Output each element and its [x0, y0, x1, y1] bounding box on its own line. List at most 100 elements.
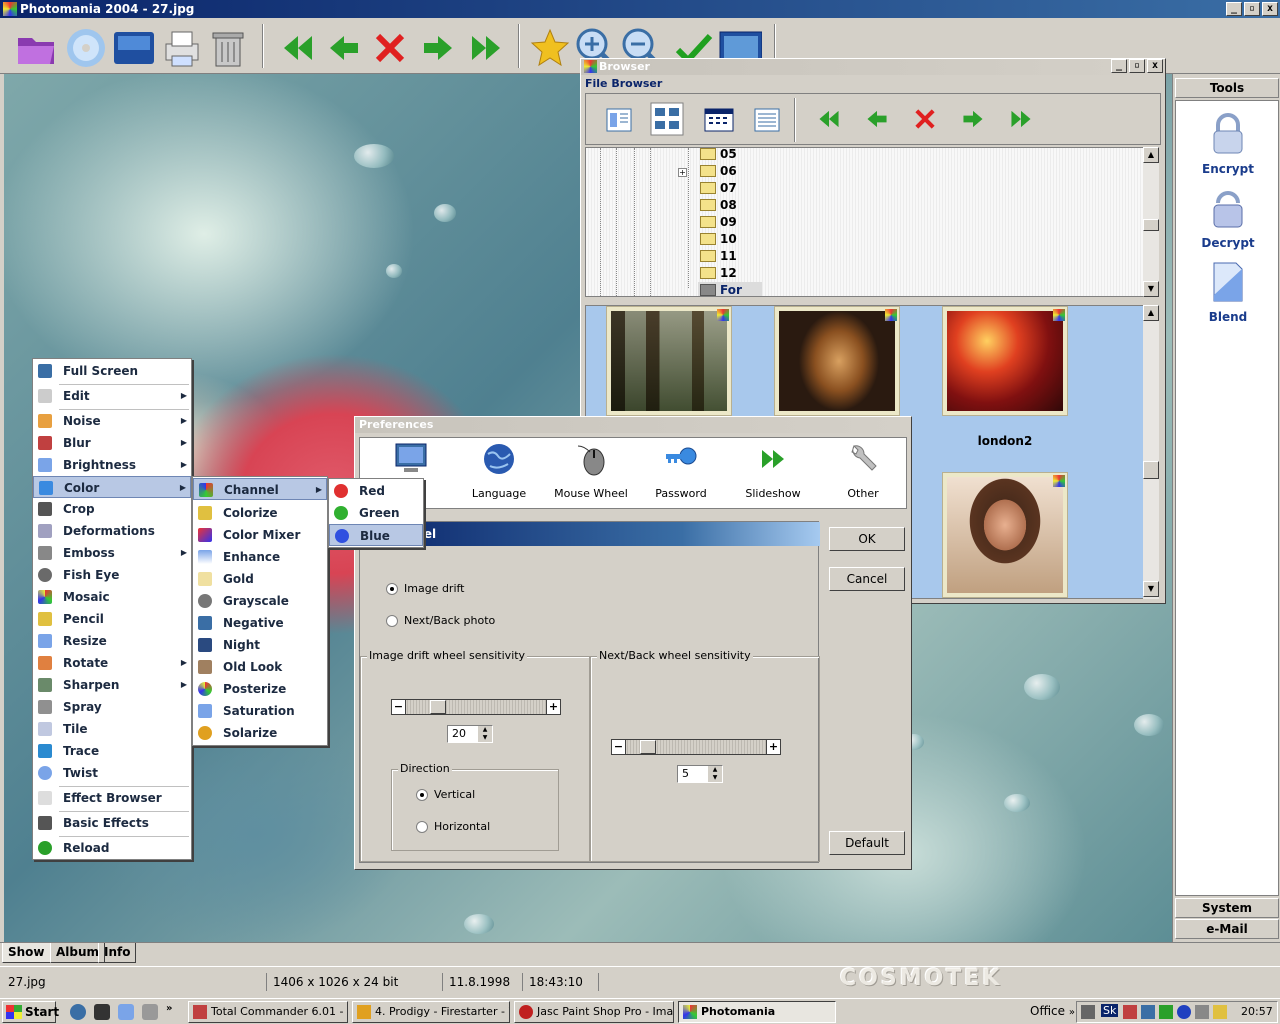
browser-first-icon[interactable]	[814, 104, 844, 134]
next-back-slider[interactable]: − +	[611, 739, 781, 755]
open-folder-icon[interactable]	[14, 26, 58, 70]
category-language[interactable]: Language	[454, 442, 544, 500]
view-thumbnails-icon[interactable]	[650, 102, 684, 136]
browser-next-icon[interactable]	[958, 104, 988, 134]
desktop-icon[interactable]	[142, 1004, 158, 1020]
speaker-icon[interactable]	[1195, 1005, 1209, 1019]
email-button[interactable]: e-Mail	[1175, 919, 1279, 939]
view-list-icon[interactable]	[704, 108, 734, 132]
vertical-radio[interactable]: Vertical	[416, 788, 475, 802]
folder-item[interactable]: 08	[698, 197, 737, 213]
menu-item-blur[interactable]: Blur ▶	[33, 432, 191, 454]
menu-item-full-screen[interactable]: Full Screen	[33, 360, 191, 382]
tray-icon[interactable]	[1141, 1005, 1155, 1019]
folder-item-selected[interactable]: For US	[698, 282, 762, 296]
task-winamp[interactable]: 4. Prodigy - Firestarter - Wi...	[352, 1001, 510, 1023]
tools-header[interactable]: Tools	[1175, 78, 1279, 98]
submenu-item-grayscale[interactable]: Grayscale	[193, 590, 327, 612]
tab-show[interactable]: Show	[2, 943, 51, 963]
channel-blue[interactable]: Blue	[329, 524, 423, 546]
tray-icon[interactable]	[1159, 1005, 1173, 1019]
folder-item[interactable]: 05	[698, 148, 737, 162]
submenu-item-enhance[interactable]: Enhance	[193, 546, 327, 568]
tray-icon[interactable]	[1213, 1005, 1227, 1019]
folder-item[interactable]: 06	[698, 163, 737, 179]
folder-item[interactable]: 07	[698, 180, 737, 196]
folder-item[interactable]: 11	[698, 248, 737, 264]
browser-last-icon[interactable]	[1006, 104, 1036, 134]
browser-maximize-button[interactable]: ▫	[1129, 59, 1145, 73]
menu-item-mosaic[interactable]: Mosaic	[33, 586, 191, 608]
menu-item-reload[interactable]: Reload	[33, 837, 191, 859]
category-mouse-wheel[interactable]: Mouse Wheel	[546, 442, 636, 500]
browser-stop-icon[interactable]	[910, 104, 940, 134]
menu-item-trace[interactable]: Trace	[33, 740, 191, 762]
media-icon[interactable]	[94, 1004, 110, 1020]
preferences-titlebar[interactable]: Preferences	[355, 417, 911, 433]
menu-item-spray[interactable]: Spray	[33, 696, 191, 718]
stop-icon[interactable]	[368, 26, 412, 70]
menu-item-tile[interactable]: Tile	[33, 718, 191, 740]
channel-green[interactable]: Green	[329, 502, 423, 524]
start-button[interactable]: Start	[2, 1001, 59, 1023]
next-back-radio[interactable]: Next/Back photo	[386, 614, 495, 628]
minimize-button[interactable]: _	[1226, 2, 1242, 16]
clock[interactable]: 20:57	[1241, 1005, 1273, 1018]
folder-tree[interactable]: + 05 06 07 08 09 10 11 12 For US	[585, 147, 1147, 297]
submenu-item-old-look[interactable]: Old Look	[193, 656, 327, 678]
first-icon[interactable]	[276, 26, 320, 70]
next-icon[interactable]	[416, 26, 460, 70]
language-indicator[interactable]: Sk	[1101, 1004, 1119, 1017]
submenu-item-posterize[interactable]: Posterize	[193, 678, 327, 700]
star-icon[interactable]	[528, 26, 572, 70]
system-button[interactable]: System	[1175, 898, 1279, 918]
submenu-item-night[interactable]: Night	[193, 634, 327, 656]
view-small-icons-icon[interactable]	[754, 108, 780, 132]
tab-info[interactable]: Info	[98, 943, 137, 963]
submenu-item-saturation[interactable]: Saturation	[193, 700, 327, 722]
submenu-item-gold[interactable]: Gold	[193, 568, 327, 590]
outlook-icon[interactable]	[118, 1004, 134, 1020]
image-drift-slider[interactable]: − +	[391, 699, 561, 715]
tray-icon[interactable]	[1081, 1005, 1095, 1019]
task-total-commander[interactable]: Total Commander 6.01 - sa...	[188, 1001, 348, 1023]
close-button[interactable]: x	[1262, 2, 1278, 16]
menu-item-rotate[interactable]: Rotate ▶	[33, 652, 191, 674]
ie-icon[interactable]	[70, 1004, 86, 1020]
ok-button[interactable]: OK	[829, 527, 905, 551]
thumbnail-london2[interactable]	[942, 306, 1068, 416]
browser-minimize-button[interactable]: _	[1111, 59, 1127, 73]
tree-scrollbar[interactable]: ▲ ▼	[1143, 147, 1159, 297]
menu-item-basic-effects[interactable]: Basic Effects	[33, 812, 191, 834]
submenu-item-channel[interactable]: Channel ▶	[193, 478, 327, 500]
image-drift-spinner[interactable]: 20 ▲ ▼	[447, 725, 493, 743]
encrypt-tool[interactable]: Encrypt	[1176, 111, 1280, 176]
next-back-spinner[interactable]: 5 ▲ ▼	[677, 765, 723, 783]
title-bar[interactable]: Photomania 2004 - 27.jpg _ ▫ x	[0, 0, 1280, 18]
menu-item-crop[interactable]: Crop	[33, 498, 191, 520]
previous-icon[interactable]	[322, 26, 366, 70]
last-icon[interactable]	[464, 26, 508, 70]
category-other[interactable]: Other	[818, 442, 908, 500]
office-toolbar[interactable]: Office »	[1030, 1004, 1075, 1018]
browser-previous-icon[interactable]	[862, 104, 892, 134]
menu-item-brightness[interactable]: Brightness ▶	[33, 454, 191, 476]
menu-item-pencil[interactable]: Pencil	[33, 608, 191, 630]
thumbnail-lion[interactable]	[774, 306, 900, 416]
browser-close-button[interactable]: x	[1147, 59, 1163, 73]
thumbnail-portrait[interactable]	[942, 472, 1068, 598]
thumbs-scrollbar[interactable]: ▲ ▼	[1143, 305, 1159, 599]
decrypt-tool[interactable]: Decrypt	[1176, 185, 1280, 250]
menu-item-deformations[interactable]: Deformations	[33, 520, 191, 542]
tab-album[interactable]: Album	[50, 943, 106, 963]
menu-item-sharpen[interactable]: Sharpen ▶	[33, 674, 191, 696]
thumbnail-forest[interactable]	[606, 306, 732, 416]
menu-item-resize[interactable]: Resize	[33, 630, 191, 652]
submenu-item-colorize[interactable]: Colorize	[193, 502, 327, 524]
folder-item[interactable]: 09	[698, 214, 737, 230]
category-slideshow[interactable]: Slideshow	[728, 442, 818, 500]
folder-item[interactable]: 10	[698, 231, 737, 247]
preferences-dialog[interactable]: Preferences Language Mouse Wheel Passwor…	[354, 416, 912, 870]
submenu-item-negative[interactable]: Negative	[193, 612, 327, 634]
tray-icon[interactable]	[1177, 1005, 1191, 1019]
